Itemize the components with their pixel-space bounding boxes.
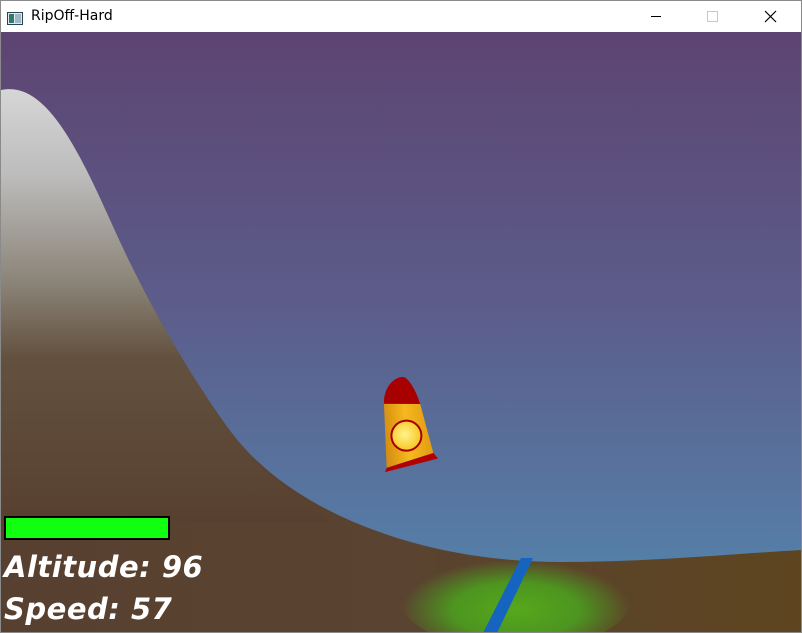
title-bar[interactable]: RipOff-Hard	[1, 1, 801, 32]
app-window-icon	[7, 10, 23, 25]
minimize-button[interactable]	[633, 1, 679, 32]
game-viewport[interactable]: Altitude: 96 Speed: 57	[1, 32, 801, 632]
speed-readout: Speed: 57	[4, 592, 172, 626]
maximize-icon	[707, 11, 718, 22]
speed-label: Speed:	[4, 592, 121, 626]
game-window: RipOff-Hard Altitude: 96 Speed: 57	[0, 0, 802, 633]
game-scene	[1, 32, 801, 632]
window-title: RipOff-Hard	[31, 8, 113, 24]
altitude-value: 96	[161, 550, 204, 584]
maximize-button[interactable]	[689, 1, 735, 32]
close-button[interactable]	[747, 1, 793, 32]
altitude-readout: Altitude: 96	[4, 550, 203, 584]
close-icon	[764, 10, 777, 23]
altitude-label: Altitude:	[4, 550, 152, 584]
minimize-icon	[651, 16, 661, 17]
health-bar	[4, 516, 170, 540]
speed-value: 57	[130, 592, 173, 626]
health-bar-fill	[6, 518, 168, 538]
